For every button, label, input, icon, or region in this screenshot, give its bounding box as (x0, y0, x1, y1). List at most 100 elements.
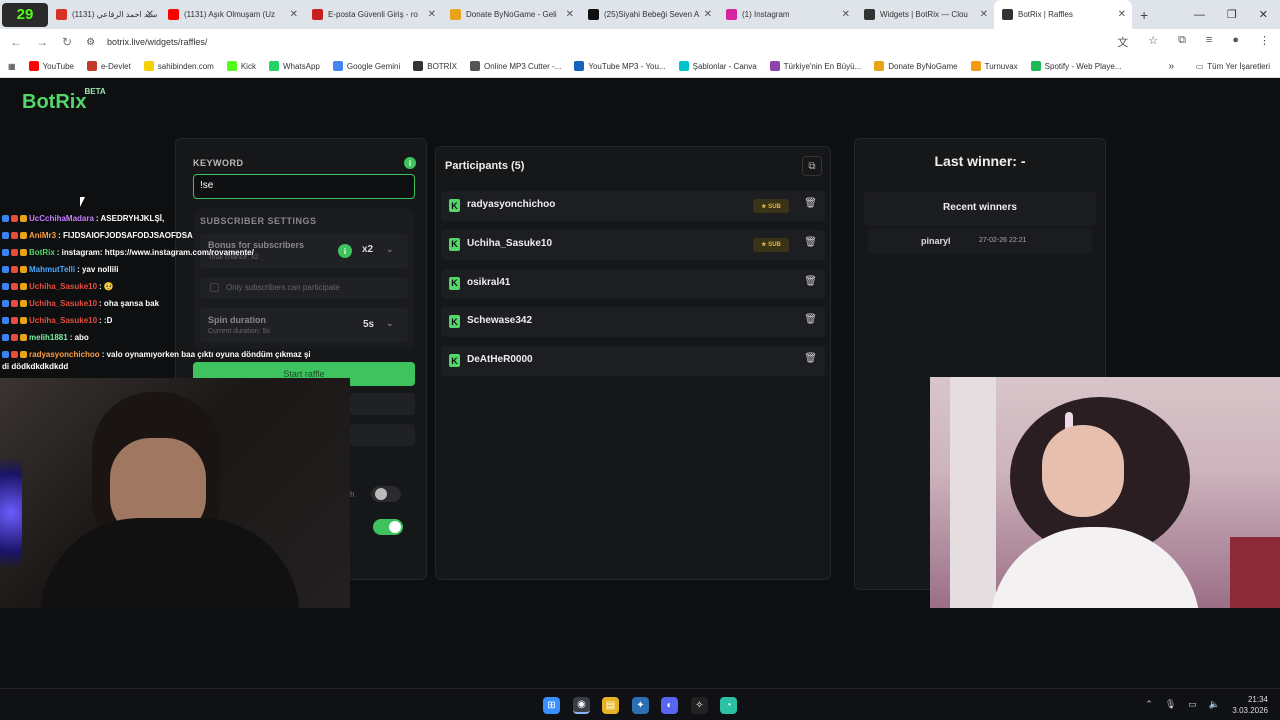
participant-name: osikral41 (467, 276, 511, 288)
bookmark-item[interactable]: Şablonlar - Canva (678, 61, 757, 71)
bookmark-item[interactable]: Türkiye'nin En Büyü... (769, 61, 861, 71)
bookmark-item[interactable]: Turnuvax (970, 61, 1018, 71)
trash-icon[interactable]: 🗑 (804, 353, 817, 364)
bookmark-item[interactable]: sahibinden.com (143, 61, 214, 71)
close-tab-icon[interactable]: ✕ (290, 9, 298, 20)
bookmark-favicon-icon (470, 61, 481, 71)
keyword-info-icon[interactable]: i (404, 157, 416, 169)
volume-icon[interactable]: 🔈 (1209, 699, 1220, 710)
copy-icon[interactable]: ⧉ (802, 156, 822, 176)
close-window-button[interactable]: ✕ (1259, 8, 1268, 21)
badge-icon (2, 283, 9, 290)
bookmark-item[interactable]: Donate ByNoGame (874, 61, 958, 71)
bookmark-favicon-icon (769, 61, 780, 71)
all-bookmarks[interactable]: ▭ Tüm Yer İşaretleri (1196, 62, 1270, 71)
windows-start-icon[interactable]: ⊞ (543, 697, 560, 714)
extensions-icon[interactable]: ⧉ (1178, 34, 1186, 50)
apps-grid-icon[interactable]: ▦ (8, 62, 16, 71)
browser-tab[interactable]: E-posta Güvenli Giriş - ro ✕ (304, 0, 442, 29)
bookmark-item[interactable]: YouTube MP3 - You... (574, 61, 666, 71)
chat-text: : yav nollili (77, 265, 119, 274)
chevron-up-icon[interactable]: ⌃ (1145, 699, 1153, 710)
bookmark-favicon-icon (413, 61, 424, 71)
trash-icon[interactable]: 🗑 (804, 198, 817, 209)
toggle-on[interactable] (373, 519, 403, 535)
close-tab-icon[interactable]: ✕ (1118, 9, 1126, 20)
close-tab-icon[interactable]: ✕ (980, 9, 988, 20)
trash-icon[interactable]: 🗑 (804, 237, 817, 248)
bookmark-label: WhatsApp (282, 61, 320, 71)
maximize-button[interactable]: ❐ (1227, 8, 1237, 21)
badge-icon (11, 317, 18, 324)
steelseries-icon[interactable]: ✧ (691, 697, 708, 714)
bookmark-favicon-icon (268, 61, 279, 71)
close-tab-icon[interactable]: ✕ (566, 9, 574, 20)
site-info-icon[interactable]: ⚙ (86, 37, 95, 48)
browser-tab[interactable]: (1131) Aşık Olmuşam (Uz ✕ (160, 0, 304, 29)
trash-icon[interactable]: 🗑 (804, 276, 817, 287)
bookmark-item[interactable]: Google Gemini (332, 61, 401, 71)
badge-icon (20, 283, 27, 290)
chat-username: Uchiha_Sasuke10 (29, 299, 98, 308)
more-bookmarks-icon[interactable]: » (1168, 61, 1174, 72)
bookmark-star-icon[interactable]: ☆ (1148, 34, 1158, 50)
kick-icon: K (449, 354, 460, 368)
chat-text: : :D (99, 316, 113, 325)
forward-icon[interactable]: → (36, 35, 48, 49)
tab-favicon-icon (726, 9, 737, 20)
menu-icon[interactable]: ⋮ (1259, 34, 1270, 50)
bookmark-favicon-icon (143, 61, 154, 71)
bookmark-label: Turnuvax (984, 61, 1018, 71)
network-icon[interactable]: ▭ (1188, 699, 1197, 710)
profile-avatar[interactable]: ● (1232, 34, 1239, 50)
new-tab-button[interactable]: + (1140, 7, 1148, 23)
chat-username: Uchiha_Sasuke10 (29, 316, 98, 325)
bonus-multiplier-select[interactable]: x2 (362, 244, 373, 255)
bookmark-item[interactable]: Kick (226, 61, 256, 71)
toggle-off[interactable] (371, 486, 401, 502)
bookmark-item[interactable]: e-Devlet (87, 61, 131, 71)
chrome-icon[interactable]: ◉ (573, 697, 590, 714)
reload-icon[interactable]: ↻ (62, 35, 72, 49)
bookmark-item[interactable]: BOTRİX (413, 61, 457, 71)
close-tab-icon[interactable]: ✕ (428, 9, 436, 20)
guest-webcam (930, 377, 1280, 608)
browser-tab[interactable]: Widgets | BotRix — Clou ✕ (856, 0, 994, 29)
file-explorer-icon[interactable]: ▤ (602, 697, 619, 714)
taskbar-clock[interactable]: 21:34 3.03.2026 (1232, 694, 1268, 716)
botrix-logo[interactable]: BotRixBETA (22, 87, 108, 114)
minimize-button[interactable]: — (1194, 9, 1205, 21)
bookmark-label: Google Gemini (346, 61, 401, 71)
kick-live-badge[interactable]: 29 (2, 2, 48, 27)
chat-username: BotRix (29, 248, 55, 257)
tab-title: (1131) Aşık Olmuşam (Uz (184, 10, 275, 19)
translate-icon[interactable]: 文 (1117, 34, 1128, 50)
keyword-input[interactable]: !se (193, 174, 415, 199)
discord-icon[interactable]: ◐ (661, 697, 678, 714)
browser-tab[interactable]: BotRix | Raffles ✕ (994, 0, 1132, 29)
bookmark-item[interactable]: WhatsApp (268, 61, 320, 71)
reading-list-icon[interactable]: ≡ (1206, 34, 1212, 50)
browser-tab[interactable]: (1131) سيد احمد الرفاعي ✕ (48, 0, 160, 29)
badge-icon (11, 334, 18, 341)
chat-text: : instagram: https://www.instagram.com/r… (56, 248, 254, 257)
browser-tab[interactable]: (1) Instagram ✕ (718, 0, 856, 29)
microphone-icon[interactable]: 🎙 (1165, 699, 1176, 710)
spin-duration-select[interactable]: 5s (363, 319, 374, 330)
trash-icon[interactable]: 🗑 (804, 314, 817, 325)
close-tab-icon[interactable]: ✕ (842, 9, 850, 20)
option-row[interactable] (350, 393, 415, 415)
close-tab-icon[interactable]: ✕ (704, 9, 712, 20)
browser-tab[interactable]: (25)Siyahi Bebeği Seven A ✕ (580, 0, 718, 29)
option-row[interactable] (350, 424, 415, 446)
close-tab-icon[interactable]: ✕ (146, 9, 154, 20)
bookmark-item[interactable]: Online MP3 Cutter -... (470, 61, 561, 71)
bookmark-item[interactable]: Spotify - Web Playe... (1030, 61, 1121, 71)
back-icon[interactable]: ← (10, 35, 22, 49)
settings-app-icon[interactable]: ✦ (632, 697, 649, 714)
bookmark-item[interactable]: YouTube (28, 61, 74, 71)
edge-icon[interactable]: ◔ (720, 697, 737, 714)
badge-icon (2, 266, 9, 273)
url-field[interactable]: botrix.live/widgets/raffles/ (107, 37, 207, 47)
browser-tab[interactable]: Donate ByNoGame - Geli ✕ (442, 0, 580, 29)
